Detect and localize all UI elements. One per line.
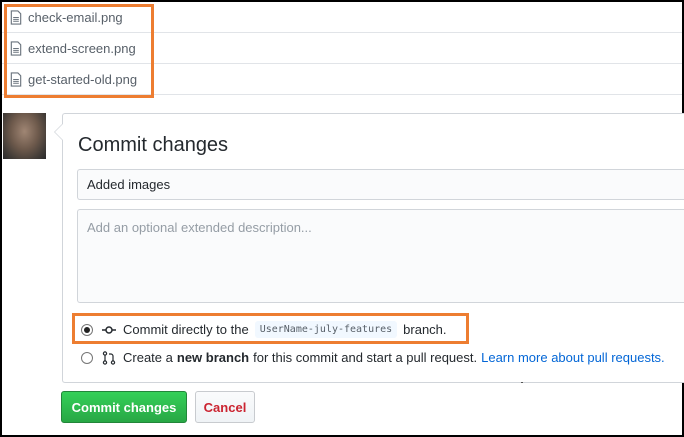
commit-direct-highlight-box <box>72 313 469 344</box>
new-branch-suffix: for this commit and start a pull request… <box>253 350 478 365</box>
learn-more-link[interactable]: Learn more about pull requests. <box>481 350 665 365</box>
divider-mark <box>521 382 523 383</box>
commit-box-pointer-fill <box>55 124 63 140</box>
commit-summary-value: Added images <box>87 177 171 192</box>
git-pull-request-icon <box>102 350 116 365</box>
avatar <box>3 113 46 159</box>
files-highlight-box <box>4 4 154 98</box>
new-branch-prefix: Create a <box>123 350 173 365</box>
commit-description-placeholder: Add an optional extended description... <box>87 220 312 235</box>
cancel-button[interactable]: Cancel <box>195 391 255 423</box>
commit-changes-button[interactable]: Commit changes <box>61 391 187 423</box>
commit-description-textarea[interactable]: Add an optional extended description... <box>77 209 684 303</box>
new-branch-radio[interactable] <box>81 351 93 364</box>
commit-title: Commit changes <box>78 134 229 156</box>
new-branch-bold: new branch <box>176 350 250 365</box>
commit-summary-input[interactable]: Added images <box>77 169 684 200</box>
new-branch-option[interactable]: Create a new branch for this commit and … <box>81 350 665 365</box>
